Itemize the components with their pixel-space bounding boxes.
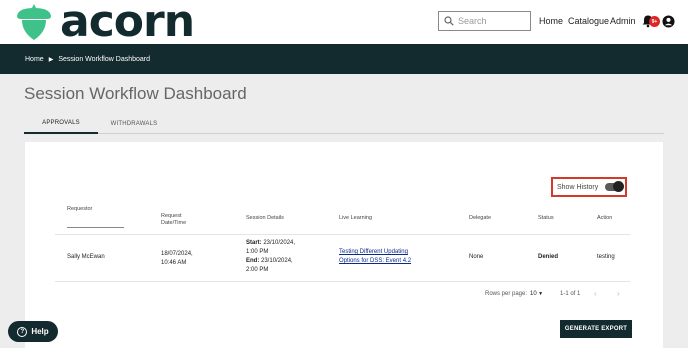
live-learning-link-line1[interactable]: Testing Different Updating	[339, 249, 408, 255]
breadcrumb-arrow-icon: ▶	[48, 56, 54, 63]
header-action: Action	[597, 215, 613, 221]
header-delegate: Delegate	[469, 215, 492, 221]
generate-export-button[interactable]: GENERATE EXPORT	[560, 320, 632, 338]
header-request-line1: Request	[161, 213, 182, 219]
end-time: 2:00 PM	[246, 267, 269, 273]
acorn-logo-icon	[17, 4, 51, 40]
header-status: Status	[538, 215, 554, 221]
search-box[interactable]	[438, 11, 531, 31]
rows-per-page-label: Rows per page:	[485, 291, 528, 297]
breadcrumb-home[interactable]: Home	[25, 56, 44, 63]
cell-request-date: 18/07/2024, 10:46 AM	[161, 250, 193, 268]
next-page-icon[interactable]: ›	[617, 289, 620, 298]
nav-admin-link[interactable]: Admin	[610, 16, 636, 26]
tab-withdrawals[interactable]: WITHDRAWALS	[98, 114, 170, 134]
header-session-details: Session Details	[246, 215, 284, 221]
header-requestor[interactable]: Requestor	[67, 206, 92, 213]
table-row-divider	[55, 281, 630, 282]
live-learning-link[interactable]: Testing Different Updating Options for D…	[339, 249, 411, 264]
chevron-down-icon: ▼	[536, 291, 544, 297]
nav-catalogue-link[interactable]: Catalogue	[568, 16, 609, 26]
live-learning-link-line2[interactable]: Options for DSS: Event 4.2	[339, 258, 411, 264]
pagination-range: 1-1 of 1	[560, 291, 581, 297]
search-input[interactable]	[458, 16, 528, 26]
brand-logo[interactable]: acorn	[14, 0, 195, 47]
start-time: 1:00 PM	[246, 249, 269, 255]
tab-approvals[interactable]: APPROVALS	[24, 114, 98, 134]
breadcrumb: Home ▶ Session Workflow Dashboard	[0, 44, 688, 74]
brand-name: acorn	[60, 0, 195, 47]
breadcrumb-current: Session Workflow Dashboard	[58, 55, 151, 63]
help-button[interactable]: ? Help	[8, 321, 58, 342]
previous-page-icon[interactable]: ‹	[594, 289, 597, 298]
search-icon	[444, 16, 454, 26]
rows-per-page-select[interactable]: 10 ▼	[530, 291, 543, 297]
start-date: 23/10/2024,	[261, 240, 296, 246]
approvals-panel	[25, 142, 663, 348]
header-request-line2: Date/Time	[161, 220, 187, 226]
nav-home-link[interactable]: Home	[539, 16, 563, 26]
table-header-divider	[55, 234, 630, 235]
page-title: Session Workflow Dashboard	[24, 84, 247, 103]
tab-bar: APPROVALS WITHDRAWALS	[24, 114, 664, 134]
help-label: Help	[31, 327, 49, 336]
cell-live-learning: Testing Different Updating Options for D…	[339, 248, 411, 266]
header-request-date: Request Date/Time	[161, 213, 186, 227]
cell-request-date-line1: 18/07/2024,	[161, 251, 193, 257]
cell-action: testing	[597, 254, 615, 260]
requestor-filter-underline	[67, 227, 124, 228]
cell-delegate: None	[469, 254, 484, 260]
show-history-label: Show History	[557, 183, 599, 191]
end-date: 23/10/2024,	[259, 258, 293, 264]
toggle-switch[interactable]	[605, 181, 625, 192]
end-label: End:	[246, 258, 260, 264]
start-label: Start:	[246, 240, 262, 246]
show-history-toggle[interactable]: Show History	[551, 177, 627, 197]
top-header: acorn Home Catalogue Admin 9+	[0, 0, 688, 44]
cell-requestor: Sally McEwan	[67, 254, 105, 260]
notification-badge: 9+	[649, 16, 660, 27]
rows-per-page-value: 10	[530, 291, 537, 297]
header-live-learning: Live Learning	[339, 215, 373, 221]
user-icon[interactable]	[662, 15, 675, 28]
cell-status: Denied	[538, 254, 559, 260]
cell-session-details: Start: 23/10/2024, 1:00 PM End: 23/10/20…	[246, 239, 295, 275]
toggle-knob	[613, 181, 625, 192]
cell-request-date-line2: 10:46 AM	[161, 260, 187, 266]
help-question-icon: ?	[17, 326, 28, 337]
